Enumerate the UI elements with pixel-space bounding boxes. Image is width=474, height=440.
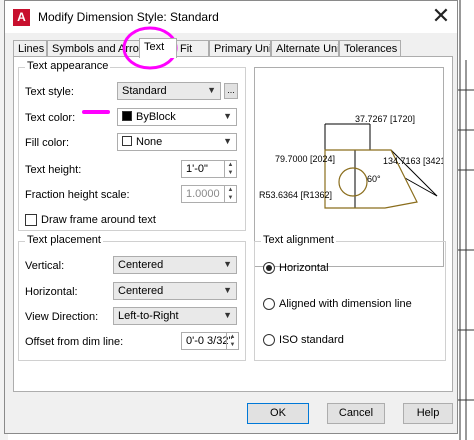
chevron-down-icon: ▼	[207, 85, 216, 95]
text-color-dropdown[interactable]: ByBlock ▼	[117, 108, 237, 126]
horizontal-value: Centered	[118, 285, 164, 297]
text-appearance-label: Text appearance	[25, 60, 111, 72]
tab-alternate-units[interactable]: Alternate Units	[271, 40, 339, 57]
ok-button[interactable]: OK	[247, 403, 309, 424]
chevron-down-icon: ▼	[223, 259, 232, 269]
vertical-label: Vertical:	[25, 260, 65, 272]
tab-symbols-and-arrows[interactable]: Symbols and Arrows	[47, 40, 141, 57]
fill-color-label: Fill color:	[25, 137, 70, 149]
preview-dim-radius: R53.6364 [R1362]	[259, 190, 332, 200]
text-color-value: ByBlock	[136, 111, 176, 123]
fill-color-value: None	[136, 136, 163, 148]
text-appearance-group: Text appearance Text style: Standard ▼ .…	[18, 60, 246, 231]
window-title: Modify Dimension Style: Standard	[38, 10, 219, 24]
spinner-arrows-icon[interactable]: ▲ ▼	[224, 161, 236, 177]
color-swatch-icon	[122, 111, 132, 121]
chevron-down-icon: ▼	[223, 310, 232, 320]
cad-linework	[458, 0, 474, 440]
text-placement-group: Text placement Vertical: Centered ▼ Hori…	[18, 234, 246, 361]
text-height-value: 1'-0"	[186, 163, 208, 175]
fraction-height-scale-spinner[interactable]: 1.0000 ▲ ▼	[181, 185, 237, 203]
preview-dim-right: 134.7163 [3421]	[383, 156, 443, 166]
radio-iso-standard-label: ISO standard	[279, 334, 344, 346]
text-height-spinner[interactable]: 1'-0" ▲ ▼	[181, 160, 237, 178]
vertical-value: Centered	[118, 259, 164, 271]
fraction-height-scale-value: 1.0000	[186, 188, 220, 200]
preview-dim-top: 37.7267 [1720]	[355, 114, 415, 124]
chevron-down-icon: ▼	[223, 285, 232, 295]
tab-tolerances[interactable]: Tolerances	[339, 40, 401, 57]
tab-fit[interactable]: Fit	[175, 40, 209, 57]
text-height-label: Text height:	[25, 164, 82, 176]
radio-horizontal[interactable]	[263, 262, 275, 274]
horizontal-label: Horizontal:	[25, 286, 78, 298]
title-bar: A Modify Dimension Style: Standard ✕	[5, 1, 457, 33]
vertical-dropdown[interactable]: Centered ▼	[113, 256, 237, 274]
text-alignment-group: Text alignment Horizontal Aligned with d…	[254, 234, 446, 361]
text-tab-panel: Text appearance Text style: Standard ▼ .…	[13, 56, 453, 392]
view-direction-dropdown[interactable]: Left-to-Right ▼	[113, 307, 237, 325]
text-style-dropdown[interactable]: Standard ▼	[117, 82, 221, 100]
text-alignment-label: Text alignment	[261, 234, 336, 246]
tab-primary-units[interactable]: Primary Units	[209, 40, 271, 57]
radio-aligned-label: Aligned with dimension line	[279, 298, 412, 310]
close-icon[interactable]: ✕	[426, 3, 456, 31]
preview-dim-angle: 60°	[367, 174, 381, 184]
tab-lines[interactable]: Lines	[13, 40, 47, 57]
chevron-down-icon: ▼	[223, 111, 232, 121]
background-drawing-right	[458, 0, 474, 440]
help-button[interactable]: Help	[403, 403, 453, 424]
draw-frame-checkbox[interactable]	[25, 214, 37, 226]
cancel-button[interactable]: Cancel	[327, 403, 385, 424]
view-direction-label: View Direction:	[25, 311, 99, 323]
offset-from-dim-line-spinner[interactable]: 0'-0 3/32" ▲ ▼	[181, 332, 239, 350]
chevron-down-icon: ▼	[223, 136, 232, 146]
text-style-label: Text style:	[25, 86, 74, 98]
horizontal-dropdown[interactable]: Centered ▼	[113, 282, 237, 300]
fill-color-dropdown[interactable]: None ▼	[117, 133, 237, 151]
radio-aligned-with-dimension-line[interactable]	[263, 298, 275, 310]
text-placement-label: Text placement	[25, 234, 103, 246]
text-color-label: Text color:	[25, 112, 76, 124]
modify-dimension-style-dialog: A Modify Dimension Style: Standard ✕ Lin…	[4, 0, 458, 434]
offset-from-dim-line-label: Offset from dim line:	[25, 336, 124, 348]
spinner-arrows-icon[interactable]: ▲ ▼	[224, 186, 236, 202]
fraction-height-scale-label: Fraction height scale:	[25, 189, 130, 201]
text-style-value: Standard	[122, 85, 167, 97]
radio-iso-standard[interactable]	[263, 334, 275, 346]
draw-frame-label: Draw frame around text	[41, 214, 156, 226]
color-swatch-icon	[122, 136, 132, 146]
text-style-browse-button[interactable]: ...	[224, 83, 238, 99]
view-direction-value: Left-to-Right	[118, 310, 179, 322]
radio-horizontal-label: Horizontal	[279, 262, 329, 274]
autocad-app-icon: A	[13, 9, 30, 26]
tab-text[interactable]: Text	[139, 38, 177, 58]
preview-dim-left: 79.7000 [2024]	[275, 154, 335, 164]
spinner-arrows-icon[interactable]: ▲ ▼	[226, 333, 238, 349]
